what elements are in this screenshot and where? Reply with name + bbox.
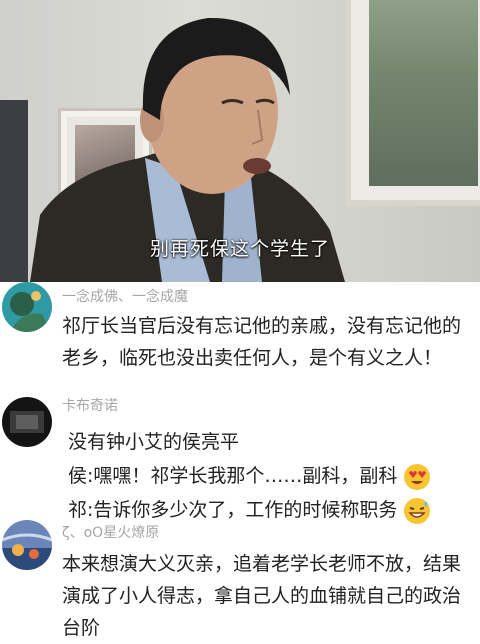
comment-text: 本来想演大义灭亲，追着老学长老师不放，结果演成了小人得志，拿自己人的血铺就自己的… (62, 553, 462, 639)
comment-text: 祁厅长当官后没有忘记他的亲戚，没有忘记他的老乡，临死也没出卖任何人，是个有义之人… (62, 315, 462, 369)
avatar[interactable] (2, 282, 52, 332)
heart-eyes-emoji-icon (404, 463, 431, 490)
avatar[interactable] (2, 520, 52, 570)
comment-username[interactable]: 卡布奇诺 (62, 395, 118, 415)
avatar-image-icon (2, 397, 52, 447)
comment-line-text: 没有钟小艾的侯亮平 (68, 431, 240, 453)
video-subtitle: 别再死保这个学生了 (149, 238, 330, 260)
comment-line-text: 祁:告诉你多少次了，工作的时候称职务 (68, 499, 398, 521)
comment-item[interactable]: ζ、oO星火燎原 本来想演大义灭亲，追着老学长老师不放，结果演成了小人得志，拿自… (0, 520, 480, 640)
comment-item[interactable]: 卡布奇诺 没有钟小艾的侯亮平 侯:嘿嘿！祁学长我那个……副科，副科 祁:告诉你多… (0, 395, 480, 524)
avatar-image-icon (2, 520, 52, 570)
comment-item[interactable]: 一念成佛、一念成魔 祁厅长当官后没有忘记他的亲戚，没有忘记他的老乡，临死也没出卖… (0, 282, 480, 394)
comment-line: 侯:嘿嘿！祁学长我那个……副科，副科 (68, 461, 431, 491)
comment-line-text: 侯:嘿嘿！祁学长我那个……副科，副科 (68, 465, 398, 487)
comment-username[interactable]: 一念成佛、一念成魔 (62, 286, 188, 306)
comment-line: 没有钟小艾的侯亮平 (68, 427, 239, 454)
video-frame[interactable]: 别再死保这个学生了 (0, 0, 480, 282)
avatar[interactable] (2, 397, 52, 447)
comment-username[interactable]: ζ、oO星火燎原 (62, 522, 159, 542)
avatar-image-icon (2, 282, 52, 332)
